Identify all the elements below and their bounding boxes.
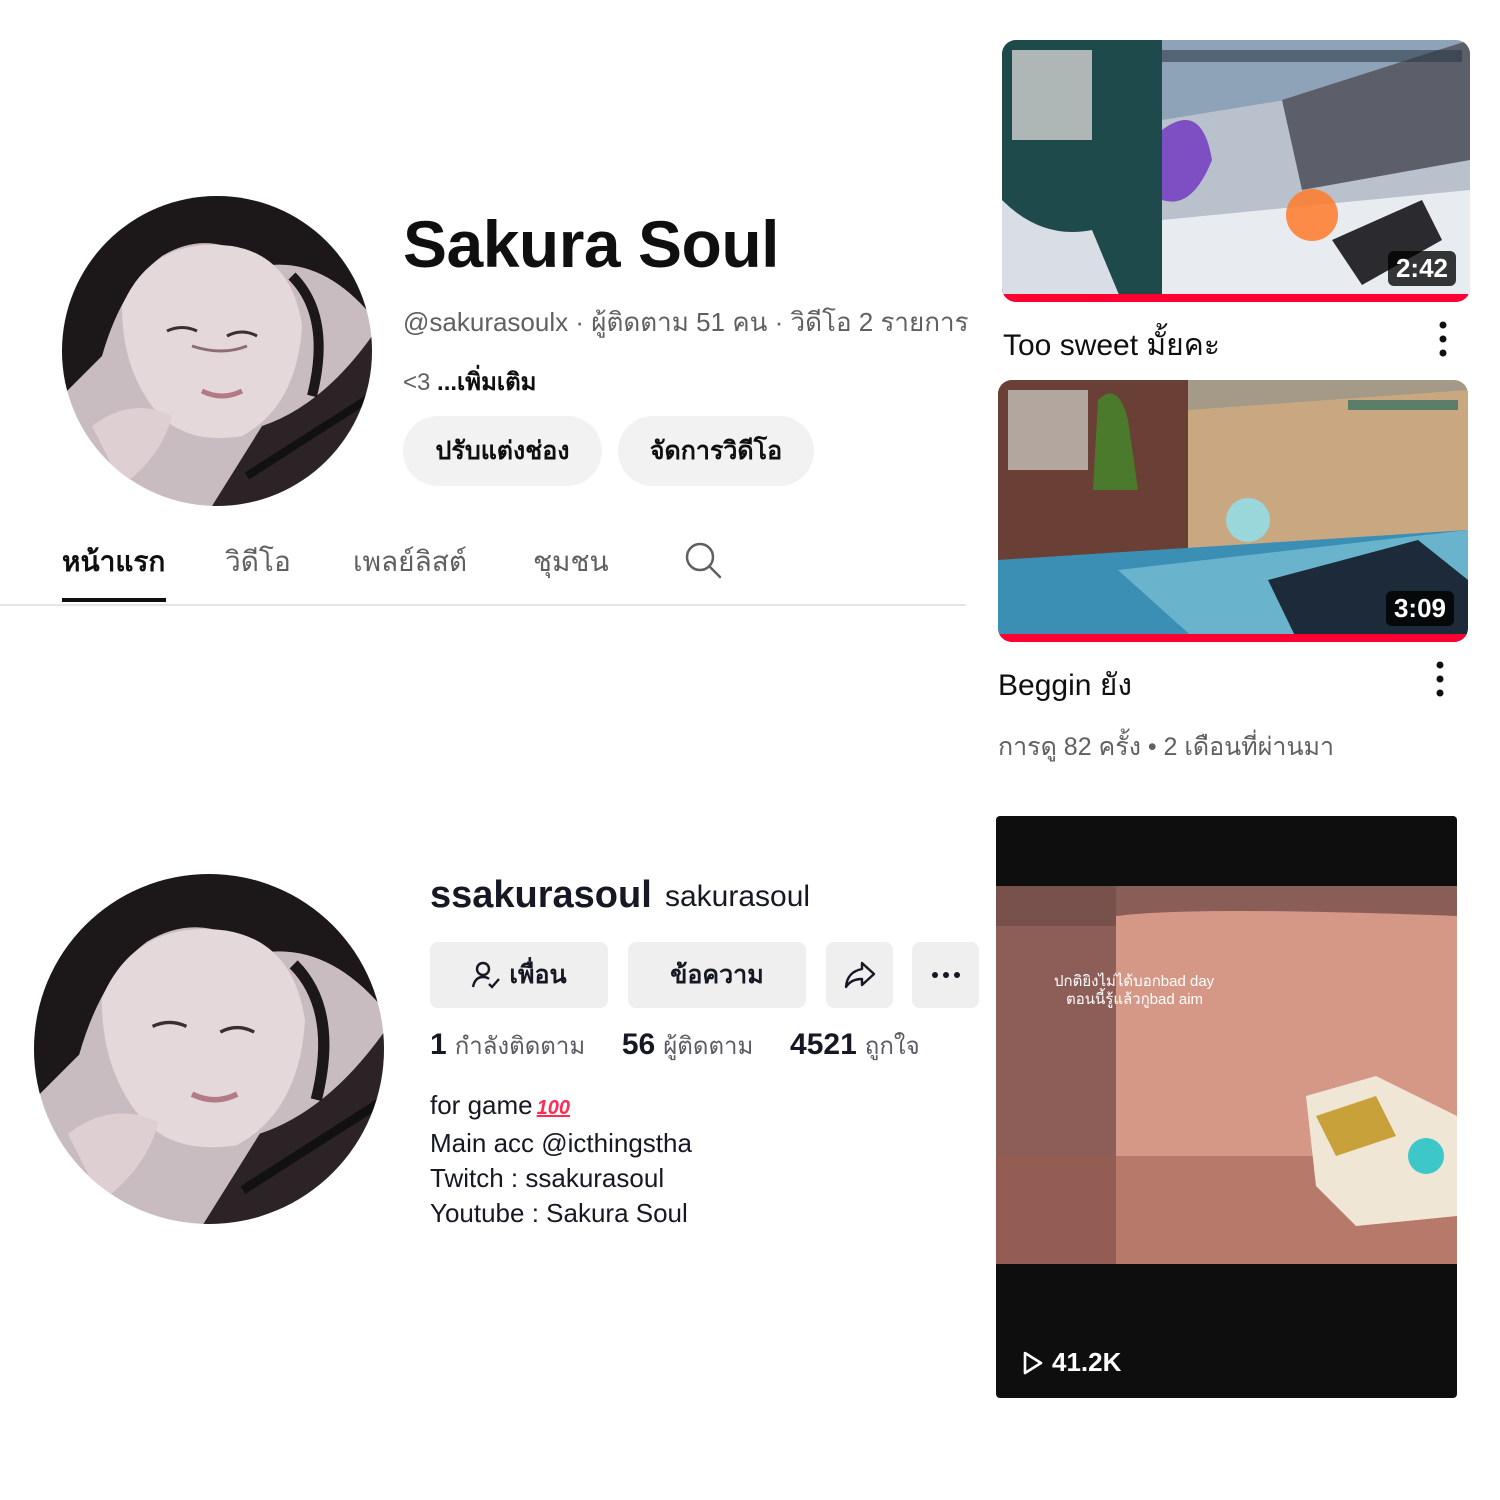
video-title[interactable]: Beggin ยัง	[998, 662, 1132, 709]
user-check-icon	[472, 961, 501, 989]
avatar-illustration	[62, 196, 372, 506]
view-count: 41.2K	[1022, 1347, 1121, 1378]
views-label: 41.2K	[1052, 1347, 1122, 1377]
bio-line: Youtube : Sakura Soul	[430, 1198, 688, 1228]
tiktok-username: ssakurasoul	[430, 874, 652, 916]
tiktok-nickname: sakurasoul	[665, 880, 811, 913]
more-link[interactable]: ...เพิ่มเติม	[437, 369, 536, 396]
likes-stat: 4521 ถูกใจ	[790, 1028, 920, 1061]
youtube-channel-avatar[interactable]	[62, 196, 372, 506]
tab-playlists[interactable]: เพลย์ลิสต์	[353, 540, 467, 584]
channel-meta: @sakurasoulx · ผู้ติดตาม 51 คน · วิดีโอ …	[403, 307, 969, 337]
tab-videos[interactable]: วิดีโอ	[225, 540, 291, 584]
bio-line: Main acc @icthingstha	[430, 1128, 692, 1158]
profile-bio: for game 100 Main acc @icthingstha Twitch…	[430, 1088, 692, 1231]
share-button[interactable]	[826, 942, 893, 1008]
video-thumbnail[interactable]: 3:09	[998, 380, 1468, 642]
bio-line: Twitch : ssakurasoul	[430, 1163, 665, 1193]
video-frame: ปกติยิงไม่ได้บอกbad day ตอนนี้รู้แล้วกูb…	[996, 886, 1457, 1264]
manage-videos-button[interactable]: จัดการวิดีโอ	[618, 416, 814, 486]
svg-text:ตอนนี้รู้แล้วกูbad aim: ตอนนี้รู้แล้วกูbad aim	[1066, 988, 1203, 1008]
hundred-points-icon: 100	[536, 1097, 570, 1119]
tab-home[interactable]: หน้าแรก	[62, 540, 165, 584]
svg-text:ปกติยิงไม่ได้บอกbad day: ปกติยิงไม่ได้บอกbad day	[1054, 972, 1215, 990]
profile-stats: 1 กำลังติดตาม 56 ผู้ติดตาม 4521 ถูกใจ	[430, 1026, 950, 1065]
video-duration: 3:09	[1385, 591, 1454, 626]
share-icon	[844, 961, 875, 989]
more-horiz-icon	[931, 972, 960, 978]
video-thumbnail[interactable]: 2:42	[1002, 40, 1470, 302]
message-button[interactable]: ข้อความ	[628, 942, 806, 1008]
tab-community[interactable]: ชุมชน	[533, 540, 609, 584]
video-title[interactable]: Too sweet มั้ยคะ	[1003, 322, 1220, 369]
friends-label: เพื่อน	[509, 961, 567, 989]
search-icon[interactable]	[683, 540, 723, 580]
customize-channel-button[interactable]: ปรับแต่งช่อง	[403, 416, 602, 486]
description-text: <3	[403, 369, 431, 396]
channel-title: Sakura Soul	[403, 207, 779, 281]
channel-tabs: หน้าแรก วิดีโอ เพลย์ลิสต์ ชุมชน	[0, 520, 966, 606]
tiktok-video-card[interactable]: ปกติยิงไม่ได้บอกbad day ตอนนี้รู้แล้วกูb…	[996, 816, 1457, 1398]
video-meta: การดู 82 ครั้ง • 2 เดือนที่ผ่านมา	[998, 733, 1335, 761]
following-stat[interactable]: 1 กำลังติดตาม	[430, 1028, 585, 1061]
more-vert-icon[interactable]	[1437, 320, 1449, 358]
more-options-button[interactable]	[912, 942, 979, 1008]
tiktok-profile-avatar[interactable]	[34, 874, 384, 1224]
channel-description[interactable]: <3 ...เพิ่มเติม	[403, 362, 537, 401]
more-vert-icon[interactable]	[1434, 660, 1446, 698]
active-tab-indicator	[62, 598, 166, 602]
video-duration: 2:42	[1387, 251, 1456, 286]
followers-stat[interactable]: 56 ผู้ติดตาม	[622, 1028, 754, 1061]
watch-progress-bar	[998, 634, 1468, 642]
play-icon	[1023, 1351, 1043, 1374]
friends-button[interactable]: เพื่อน	[430, 942, 608, 1008]
watch-progress-bar	[1002, 294, 1470, 302]
avatar-illustration	[34, 874, 384, 1224]
bio-line: for game	[430, 1090, 533, 1120]
